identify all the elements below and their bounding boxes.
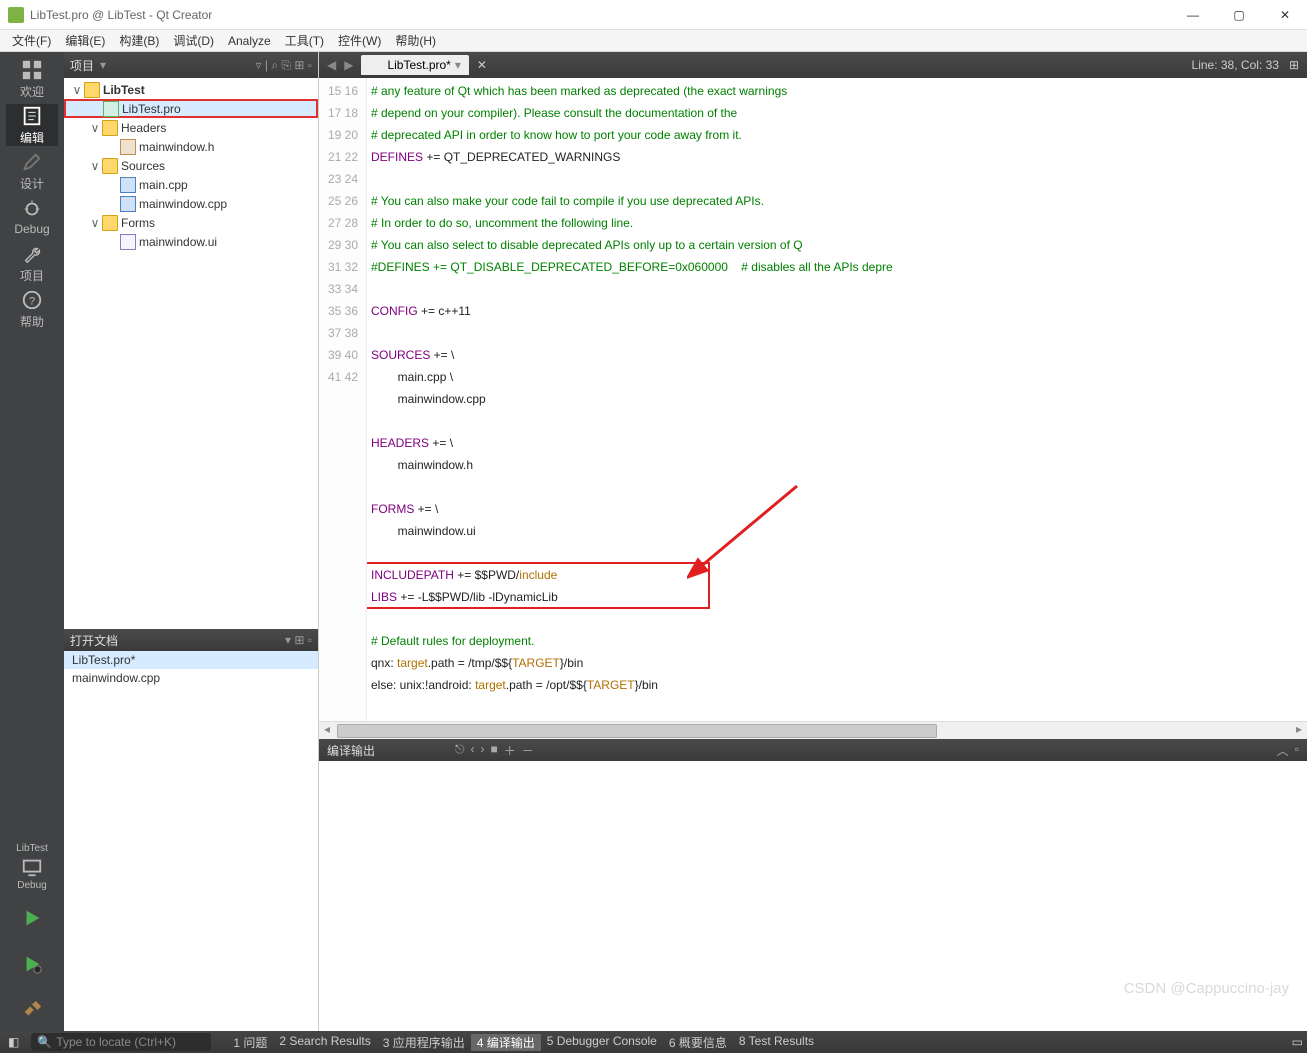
wrench-icon <box>21 243 43 265</box>
hammer-icon <box>21 999 43 1021</box>
zoom-out-icon[interactable]: － <box>522 742 534 759</box>
pencil-icon <box>21 151 43 173</box>
mode-help[interactable]: ? 帮助 <box>6 288 58 330</box>
open-docs-title: 打开文档 <box>70 632 118 649</box>
filter-icon[interactable]: ▿ | ⌕ ⎘ ⊞ ▫ <box>256 58 312 73</box>
play-icon <box>21 907 43 929</box>
project-panel-header: 项目 ▾ ▿ | ⌕ ⎘ ⊞ ▫ <box>64 52 318 78</box>
minimize-button[interactable]: — <box>1179 8 1207 22</box>
grid-icon <box>21 59 43 81</box>
bug-icon <box>21 198 43 220</box>
code-editor[interactable]: 15 16 17 18 19 20 21 22 23 24 25 26 27 2… <box>319 78 1307 721</box>
menu-item[interactable]: 帮助(H) <box>389 32 442 49</box>
menu-item[interactable]: 调试(D) <box>167 32 220 49</box>
maximize-button[interactable]: ▢ <box>1225 8 1253 22</box>
status-tab[interactable]: 3 应用程序输出 <box>377 1034 471 1051</box>
tree-node[interactable]: main.cpp <box>64 175 318 194</box>
tree-node[interactable]: mainwindow.cpp <box>64 194 318 213</box>
line-gutter: 15 16 17 18 19 20 21 22 23 24 25 26 27 2… <box>319 78 367 721</box>
collapse-icon[interactable]: ︿ <box>1277 742 1289 759</box>
window-title: LibTest.pro @ LibTest - Qt Creator <box>30 8 212 22</box>
prev-icon[interactable]: ‹ <box>471 742 475 759</box>
editor-tabbar: ◀ ▶ LibTest.pro* ▾ ✕ Line: 38, Col: 33 ⊞ <box>319 52 1307 78</box>
open-doc-item[interactable]: mainwindow.cpp <box>64 669 318 687</box>
tree-node[interactable]: ∨Headers <box>64 118 318 137</box>
tree-node[interactable]: LibTest.pro <box>64 99 318 118</box>
tree-node[interactable]: ∨Forms <box>64 213 318 232</box>
open-doc-item[interactable]: LibTest.pro* <box>64 651 318 669</box>
editor-tab-label: LibTest.pro* <box>387 58 450 72</box>
tree-node[interactable]: ∨Sources <box>64 156 318 175</box>
kit-selector[interactable]: LibTest Debug <box>6 841 58 893</box>
menu-item[interactable]: 文件(F) <box>6 32 57 49</box>
menu-item[interactable]: Analyze <box>222 34 277 48</box>
menu-item[interactable]: 编辑(E) <box>59 32 111 49</box>
close-button[interactable]: ✕ <box>1271 8 1299 22</box>
menubar: 文件(F)编辑(E)构建(B)调试(D)Analyze工具(T)控件(W)帮助(… <box>0 30 1307 52</box>
close-sidebar-icon[interactable]: ◧ <box>4 1035 23 1049</box>
mode-sidebar: 欢迎 编辑 设计 Debug 项目 ? 帮助 LibTest Debug <box>0 52 64 1031</box>
play-debug-icon <box>21 953 43 975</box>
output-panel-title: 编译输出 <box>327 742 375 759</box>
menu-item[interactable]: 构建(B) <box>113 32 165 49</box>
svg-text:?: ? <box>29 295 35 307</box>
debug-run-button[interactable] <box>6 943 58 985</box>
project-panel-title: 项目 <box>70 57 94 74</box>
status-tab[interactable]: 1 问题 <box>227 1034 273 1051</box>
mode-welcome[interactable]: 欢迎 <box>6 58 58 100</box>
status-tab[interactable]: 8 Test Results <box>733 1034 820 1051</box>
horizontal-scrollbar[interactable]: ◂ ▸ <box>319 721 1307 739</box>
open-docs-list[interactable]: LibTest.pro*mainwindow.cpp <box>64 651 318 1031</box>
progress-icon[interactable]: ▭ <box>1292 1035 1303 1049</box>
run-button[interactable] <box>6 897 58 939</box>
app-icon <box>8 7 24 23</box>
editor-tab[interactable]: LibTest.pro* ▾ <box>361 55 468 75</box>
compile-output[interactable] <box>319 761 1307 1031</box>
tree-node[interactable]: ∨LibTest <box>64 80 318 99</box>
next-icon[interactable]: › <box>481 742 485 759</box>
menu-item[interactable]: 工具(T) <box>279 32 330 49</box>
close-panel-icon[interactable]: ▫ <box>1295 742 1299 759</box>
chevron-down-icon[interactable]: ▾ ⊞ ▫ <box>285 633 312 647</box>
output-panel-header: 编译输出 ⎋ ‹ › ■ ＋ － ︿ ▫ <box>319 739 1307 761</box>
stop-icon[interactable]: ■ <box>491 742 498 759</box>
edit-icon <box>21 105 43 127</box>
build-button[interactable] <box>6 989 58 1031</box>
split-icon[interactable]: ⊞ <box>1285 58 1303 72</box>
status-tab[interactable]: 2 Search Results <box>273 1034 376 1051</box>
code-area[interactable]: # any feature of Qt which has been marke… <box>367 78 1307 721</box>
statusbar: ◧ 🔍 Type to locate (Ctrl+K) 1 问题2 Search… <box>0 1031 1307 1053</box>
mode-edit[interactable]: 编辑 <box>6 104 58 146</box>
file-icon <box>369 58 383 72</box>
tree-node[interactable]: mainwindow.ui <box>64 232 318 251</box>
status-tab[interactable]: 5 Debugger Console <box>541 1034 663 1051</box>
locator-input[interactable]: 🔍 Type to locate (Ctrl+K) <box>31 1033 211 1051</box>
monitor-icon <box>21 856 43 878</box>
close-tab-icon[interactable]: ✕ <box>473 58 491 72</box>
status-tab[interactable]: 6 概要信息 <box>663 1034 733 1051</box>
mode-design[interactable]: 设计 <box>6 150 58 192</box>
search-icon: 🔍 <box>37 1035 52 1049</box>
help-icon: ? <box>21 289 43 311</box>
mode-debug[interactable]: Debug <box>6 196 58 238</box>
cursor-position: Line: 38, Col: 33 <box>1192 58 1285 72</box>
nav-fwd-icon[interactable]: ▶ <box>340 58 357 72</box>
nav-back-icon[interactable]: ◀ <box>323 58 340 72</box>
chevron-down-icon[interactable]: ▾ <box>100 58 106 72</box>
zoom-in-icon[interactable]: ＋ <box>504 742 516 759</box>
mode-projects[interactable]: 项目 <box>6 242 58 284</box>
tree-node[interactable]: mainwindow.h <box>64 137 318 156</box>
status-tab[interactable]: 4 编译输出 <box>471 1034 541 1051</box>
filter-icon[interactable]: ⎋ <box>455 742 465 759</box>
chevron-down-icon[interactable]: ▾ <box>455 58 461 72</box>
menu-item[interactable]: 控件(W) <box>332 32 387 49</box>
project-tree[interactable]: ∨LibTestLibTest.pro∨Headersmainwindow.h∨… <box>64 78 318 629</box>
open-docs-header: 打开文档 ▾ ⊞ ▫ <box>64 629 318 651</box>
window-titlebar: LibTest.pro @ LibTest - Qt Creator — ▢ ✕ <box>0 0 1307 30</box>
